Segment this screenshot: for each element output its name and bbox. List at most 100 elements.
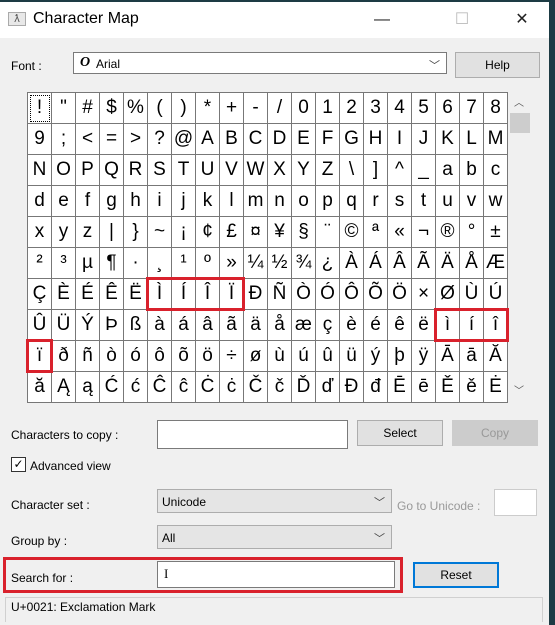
char-cell[interactable]: Þ xyxy=(100,310,124,341)
char-cell[interactable]: Ą xyxy=(52,372,76,403)
char-cell[interactable]: 6 xyxy=(436,93,460,124)
char-cell[interactable]: ö xyxy=(196,341,220,372)
character-set-dropdown[interactable]: Unicode ﹀ xyxy=(157,489,392,513)
char-cell[interactable]: T xyxy=(172,155,196,186)
char-cell[interactable]: ¡ xyxy=(172,217,196,248)
char-cell[interactable]: c xyxy=(484,155,508,186)
char-cell[interactable]: î xyxy=(484,310,508,341)
char-cell[interactable]: Õ xyxy=(364,279,388,310)
char-cell[interactable]: ď xyxy=(316,372,340,403)
char-cell[interactable]: Û xyxy=(28,310,52,341)
char-cell[interactable]: ò xyxy=(100,341,124,372)
char-cell[interactable]: ý xyxy=(364,341,388,372)
char-cell[interactable]: u xyxy=(436,186,460,217)
char-cell[interactable]: ³ xyxy=(52,248,76,279)
help-button[interactable]: Help xyxy=(455,52,540,78)
char-cell[interactable]: É xyxy=(76,279,100,310)
char-cell[interactable]: ā xyxy=(460,341,484,372)
char-cell[interactable]: ~ xyxy=(148,217,172,248)
search-input[interactable]: I xyxy=(157,561,395,588)
char-cell[interactable]: Ď xyxy=(292,372,316,403)
char-cell[interactable]: t xyxy=(412,186,436,217)
char-cell[interactable]: í xyxy=(460,310,484,341)
char-cell[interactable]: ø xyxy=(244,341,268,372)
char-cell[interactable]: z xyxy=(76,217,100,248)
char-cell[interactable]: ? xyxy=(148,124,172,155)
char-cell[interactable]: Ú xyxy=(484,279,508,310)
character-grid[interactable]: ! " # $%() * + -/0 1 2 3 4 5 6 7 8 9; < = >? @ A B C D E F G H I J K L M… xyxy=(27,92,508,403)
char-cell[interactable]: Ö xyxy=(388,279,412,310)
char-cell[interactable]: k xyxy=(196,186,220,217)
char-cell[interactable]: Ä xyxy=(436,248,460,279)
char-cell[interactable]: H xyxy=(364,124,388,155)
char-cell[interactable]: Ċ xyxy=(196,372,220,403)
char-cell[interactable]: - xyxy=(244,93,268,124)
char-cell[interactable]: ° xyxy=(460,217,484,248)
char-cell[interactable]: C xyxy=(244,124,268,155)
char-cell[interactable]: ó xyxy=(124,341,148,372)
char-cell[interactable]: Ć xyxy=(100,372,124,403)
char-cell[interactable]: č xyxy=(268,372,292,403)
char-cell[interactable]: þ xyxy=(388,341,412,372)
maximize-button[interactable]: ☐ xyxy=(442,6,482,34)
char-cell[interactable]: ē xyxy=(412,372,436,403)
char-cell[interactable]: È xyxy=(52,279,76,310)
char-cell[interactable]: á xyxy=(172,310,196,341)
char-cell[interactable]: B xyxy=(220,124,244,155)
char-cell[interactable]: 8 xyxy=(484,93,508,124)
char-cell[interactable]: £ xyxy=(220,217,244,248)
char-cell[interactable]: F xyxy=(316,124,340,155)
char-cell[interactable]: g xyxy=(100,186,124,217)
char-cell[interactable]: Ð xyxy=(244,279,268,310)
char-cell[interactable]: ¶ xyxy=(100,248,124,279)
char-cell[interactable]: Ý xyxy=(76,310,100,341)
char-cell[interactable]: $ xyxy=(100,93,124,124)
char-cell[interactable]: S xyxy=(148,155,172,186)
char-cell[interactable]: Ø xyxy=(436,279,460,310)
char-cell[interactable]: / xyxy=(268,93,292,124)
char-cell[interactable]: 9 xyxy=(28,124,52,155)
char-cell[interactable]: d xyxy=(28,186,52,217)
char-cell[interactable]: 1 xyxy=(316,93,340,124)
char-cell[interactable]: R xyxy=(124,155,148,186)
char-cell[interactable]: Î xyxy=(196,279,220,310)
char-cell[interactable]: Č xyxy=(244,372,268,403)
char-cell[interactable]: ¾ xyxy=(292,248,316,279)
char-cell[interactable]: ñ xyxy=(76,341,100,372)
char-cell[interactable]: Z xyxy=(316,155,340,186)
char-cell[interactable]: 5 xyxy=(412,93,436,124)
char-cell[interactable]: ) xyxy=(172,93,196,124)
char-cell[interactable]: V xyxy=(220,155,244,186)
char-cell[interactable]: ; xyxy=(52,124,76,155)
char-cell[interactable]: ô xyxy=(148,341,172,372)
char-cell[interactable]: ß xyxy=(124,310,148,341)
char-cell[interactable]: ¬ xyxy=(412,217,436,248)
copy-button[interactable]: Copy xyxy=(452,420,538,446)
char-cell[interactable]: X xyxy=(268,155,292,186)
char-cell[interactable]: = xyxy=(100,124,124,155)
char-cell[interactable]: Â xyxy=(388,248,412,279)
char-cell[interactable]: Đ xyxy=(340,372,364,403)
char-cell[interactable]: ¿ xyxy=(316,248,340,279)
char-cell[interactable]: 7 xyxy=(460,93,484,124)
char-cell[interactable]: 2 xyxy=(340,93,364,124)
char-cell[interactable]: » xyxy=(220,248,244,279)
char-cell[interactable]: å xyxy=(268,310,292,341)
char-cell[interactable]: ¤ xyxy=(244,217,268,248)
char-cell[interactable]: º xyxy=(196,248,220,279)
char-cell[interactable]: Ï xyxy=(220,279,244,310)
char-cell[interactable]: f xyxy=(76,186,100,217)
char-cell[interactable]: ï xyxy=(28,341,52,372)
char-cell[interactable]: Å xyxy=(460,248,484,279)
char-cell[interactable]: Ô xyxy=(340,279,364,310)
font-dropdown[interactable]: O Arial ﹀ xyxy=(73,52,447,74)
char-cell[interactable]: ¨ xyxy=(316,217,340,248)
char-cell[interactable]: q xyxy=(340,186,364,217)
char-cell[interactable]: | xyxy=(100,217,124,248)
char-cell[interactable]: p xyxy=(316,186,340,217)
char-cell[interactable]: Ù xyxy=(460,279,484,310)
char-cell[interactable]: Ã xyxy=(412,248,436,279)
go-to-unicode-input[interactable] xyxy=(494,489,537,516)
select-button[interactable]: Select xyxy=(357,420,443,446)
char-cell[interactable]: Æ xyxy=(484,248,508,279)
